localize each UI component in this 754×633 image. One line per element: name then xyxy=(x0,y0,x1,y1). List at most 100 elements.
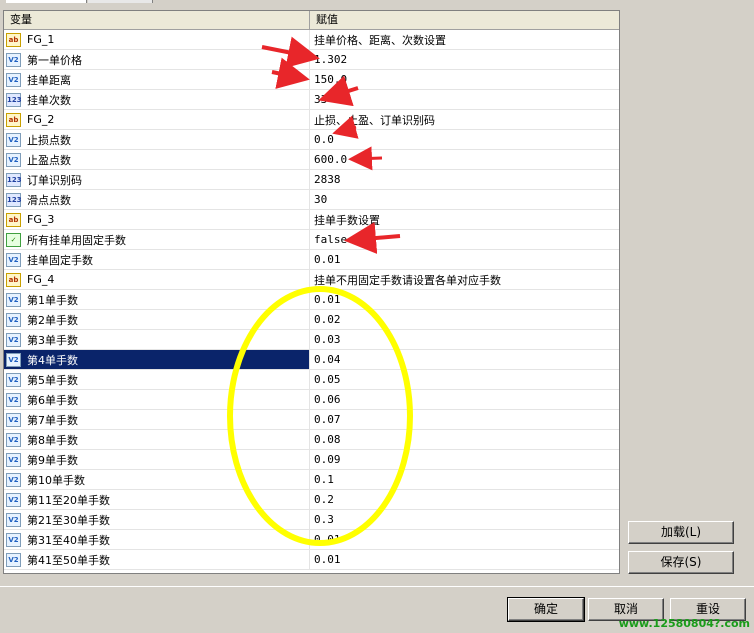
row-variable-cell[interactable]: V2 第10单手数 xyxy=(4,470,310,489)
tab-strip-right xyxy=(88,0,153,3)
grid-row[interactable]: V2 第2单手数 0.02 xyxy=(4,310,619,330)
row-variable-name: 订单识别码 xyxy=(27,173,82,187)
grid-row[interactable]: 123 订单识别码 2838 xyxy=(4,170,619,190)
row-variable-cell[interactable]: ab FG_3 xyxy=(4,210,310,229)
row-value-cell[interactable]: 0.04 xyxy=(310,350,619,369)
row-variable-cell[interactable]: ✓ 所有挂单用固定手数 xyxy=(4,230,310,249)
row-value-cell[interactable]: 600.0 xyxy=(310,150,619,169)
row-value: 挂单手数设置 xyxy=(314,213,380,227)
row-variable-cell[interactable]: V2 挂单固定手数 xyxy=(4,250,310,269)
row-value-cell[interactable]: 0.06 xyxy=(310,390,619,409)
grid-row[interactable]: ab FG_2 止损、止盈、订单识别码 xyxy=(4,110,619,130)
row-variable-cell[interactable]: V2 第8单手数 xyxy=(4,430,310,449)
row-value-cell[interactable]: 0.1 xyxy=(310,470,619,489)
row-value: 0.2 xyxy=(314,493,334,506)
row-variable-cell[interactable]: V2 止损点数 xyxy=(4,130,310,149)
row-value-cell[interactable]: 0.08 xyxy=(310,430,619,449)
grid-row[interactable]: V2 第3单手数 0.03 xyxy=(4,330,619,350)
grid-row[interactable]: ab FG_1 挂单价格、距离、次数设置 xyxy=(4,30,619,50)
double-type-icon: V2 xyxy=(6,312,21,327)
header-variable[interactable]: 变量 xyxy=(4,11,310,29)
row-variable-cell[interactable]: V2 挂单距离 xyxy=(4,70,310,89)
row-variable-cell[interactable]: V2 第21至30单手数 xyxy=(4,510,310,529)
double-type-icon: V2 xyxy=(6,352,21,367)
grid-row[interactable]: V2 第10单手数 0.1 xyxy=(4,470,619,490)
row-value-cell[interactable]: 0.01 xyxy=(310,290,619,309)
row-variable-cell[interactable]: V2 第31至40单手数 xyxy=(4,530,310,549)
row-variable-cell[interactable]: V2 第11至20单手数 xyxy=(4,490,310,509)
row-value: 0.01 xyxy=(314,553,341,566)
grid-row[interactable]: V2 第41至50单手数 0.01 xyxy=(4,550,619,570)
row-variable-cell[interactable]: 123 挂单次数 xyxy=(4,90,310,109)
row-value-cell[interactable]: 0.01 xyxy=(310,250,619,269)
row-value-cell[interactable]: 0.05 xyxy=(310,370,619,389)
grid-row[interactable]: V2 第6单手数 0.06 xyxy=(4,390,619,410)
grid-row[interactable]: V2 第21至30单手数 0.3 xyxy=(4,510,619,530)
row-variable-cell[interactable]: V2 第6单手数 xyxy=(4,390,310,409)
ok-button[interactable]: 确定 xyxy=(507,597,585,622)
row-value-cell[interactable]: 0.09 xyxy=(310,450,619,469)
row-value-cell[interactable]: 挂单不用固定手数请设置各单对应手数 xyxy=(310,270,619,289)
string-type-icon: ab xyxy=(6,212,21,227)
load-button[interactable]: 加载(L) xyxy=(628,521,734,544)
row-variable-cell[interactable]: 123 滑点点数 xyxy=(4,190,310,209)
double-type-icon: V2 xyxy=(6,552,21,567)
row-variable-cell[interactable]: V2 第4单手数 xyxy=(4,350,310,369)
save-button[interactable]: 保存(S) xyxy=(628,551,734,574)
row-value-cell[interactable]: 150.0 xyxy=(310,70,619,89)
row-variable-cell[interactable]: ab FG_4 xyxy=(4,270,310,289)
row-value-cell[interactable]: 33 xyxy=(310,90,619,109)
grid-row[interactable]: V2 挂单固定手数 0.01 xyxy=(4,250,619,270)
grid-row[interactable]: V2 第7单手数 0.07 xyxy=(4,410,619,430)
row-variable-cell[interactable]: V2 第一单价格 xyxy=(4,50,310,69)
row-value-cell[interactable]: 0.02 xyxy=(310,310,619,329)
row-value-cell[interactable]: 0.2 xyxy=(310,490,619,509)
grid-row[interactable]: V2 第1单手数 0.01 xyxy=(4,290,619,310)
row-value-cell[interactable]: 0.07 xyxy=(310,410,619,429)
row-variable-cell[interactable]: V2 第41至50单手数 xyxy=(4,550,310,569)
row-variable-cell[interactable]: V2 第1单手数 xyxy=(4,290,310,309)
integer-type-icon: 123 xyxy=(6,172,22,187)
grid-row[interactable]: V2 止损点数 0.0 xyxy=(4,130,619,150)
row-variable-cell[interactable]: 123 订单识别码 xyxy=(4,170,310,189)
grid-row[interactable]: V2 第4单手数 0.04 xyxy=(4,350,619,370)
row-variable-cell[interactable]: V2 止盈点数 xyxy=(4,150,310,169)
row-value-cell[interactable]: 2838 xyxy=(310,170,619,189)
grid-row[interactable]: V2 第9单手数 0.09 xyxy=(4,450,619,470)
row-variable-cell[interactable]: V2 第7单手数 xyxy=(4,410,310,429)
row-value: 30 xyxy=(314,193,328,206)
grid-row[interactable]: 123 滑点点数 30 xyxy=(4,190,619,210)
row-value: 0.01 xyxy=(314,293,341,306)
tab-strip-left xyxy=(6,0,87,3)
grid-row[interactable]: ab FG_4 挂单不用固定手数请设置各单对应手数 xyxy=(4,270,619,290)
row-value-cell[interactable]: 1.302 xyxy=(310,50,619,69)
row-variable-cell[interactable]: ab FG_1 xyxy=(4,30,310,49)
row-value-cell[interactable]: 0.01 xyxy=(310,550,619,569)
row-value-cell[interactable]: 挂单手数设置 xyxy=(310,210,619,229)
grid-row[interactable]: V2 第8单手数 0.08 xyxy=(4,430,619,450)
header-value[interactable]: 赋值 xyxy=(310,11,619,29)
grid-row[interactable]: ✓ 所有挂单用固定手数 false xyxy=(4,230,619,250)
grid-row[interactable]: V2 第11至20单手数 0.2 xyxy=(4,490,619,510)
row-variable-cell[interactable]: V2 第5单手数 xyxy=(4,370,310,389)
row-variable-cell[interactable]: V2 第3单手数 xyxy=(4,330,310,349)
row-value-cell[interactable]: 止损、止盈、订单识别码 xyxy=(310,110,619,129)
row-value-cell[interactable]: 0.0 xyxy=(310,130,619,149)
row-value: false xyxy=(314,233,348,246)
grid-row[interactable]: V2 第一单价格 1.302 xyxy=(4,50,619,70)
grid-row[interactable]: V2 第31至40单手数 0.01 xyxy=(4,530,619,550)
grid-row[interactable]: V2 止盈点数 600.0 xyxy=(4,150,619,170)
row-value-cell[interactable]: 0.03 xyxy=(310,330,619,349)
row-value-cell[interactable]: 0.3 xyxy=(310,510,619,529)
row-value-cell[interactable]: 30 xyxy=(310,190,619,209)
grid-row[interactable]: 123 挂单次数 33 xyxy=(4,90,619,110)
grid-row[interactable]: V2 第5单手数 0.05 xyxy=(4,370,619,390)
row-value-cell[interactable]: 挂单价格、距离、次数设置 xyxy=(310,30,619,49)
row-value-cell[interactable]: false xyxy=(310,230,619,249)
grid-row[interactable]: ab FG_3 挂单手数设置 xyxy=(4,210,619,230)
row-value-cell[interactable]: 0.01 xyxy=(310,530,619,549)
grid-row[interactable]: V2 挂单距离 150.0 xyxy=(4,70,619,90)
row-variable-cell[interactable]: ab FG_2 xyxy=(4,110,310,129)
row-variable-cell[interactable]: V2 第9单手数 xyxy=(4,450,310,469)
row-variable-cell[interactable]: V2 第2单手数 xyxy=(4,310,310,329)
